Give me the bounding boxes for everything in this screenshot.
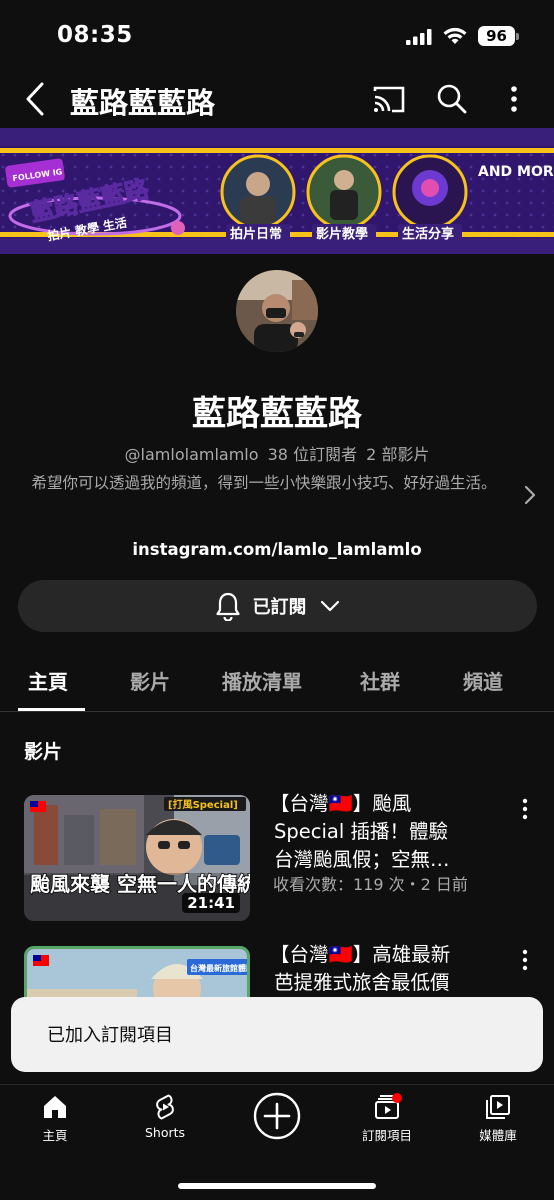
- create-plus-icon[interactable]: [252, 1091, 302, 1141]
- video-title-line: Special 插播！體驗: [274, 820, 448, 843]
- video-title-line: 台灣颱風假；空無…: [274, 848, 450, 871]
- video-duration: 21:41: [182, 893, 240, 913]
- chevron-down-icon: [320, 600, 339, 612]
- channel-handle: @lamlolamlamlo: [124, 445, 259, 464]
- subscribed-label: 已訂閱: [252, 597, 307, 618]
- app-bar-title: 藍路藍藍路: [70, 86, 216, 120]
- home-indicator: [178, 1183, 376, 1189]
- cast-icon[interactable]: [372, 84, 406, 114]
- channel-name: 藍路藍藍路: [192, 394, 362, 434]
- nav-home-label: 主頁: [42, 1128, 68, 1143]
- nav-library[interactable]: 媒體庫: [448, 1093, 548, 1144]
- banner-item-2: 影片教學: [316, 226, 368, 242]
- video-title-line: 芭提雅式旅舍最低價: [274, 971, 450, 994]
- nav-subscriptions[interactable]: 訂閱項目: [337, 1093, 437, 1144]
- battery-indicator: 96: [478, 26, 519, 46]
- subscriber-count: 38 位訂閱者: [267, 445, 358, 464]
- video-thumbnail[interactable]: [打風Special] 颱風來襲 空無一人的傳統 21:41: [24, 795, 250, 921]
- banner-item-3: 生活分享: [402, 226, 454, 242]
- video-count: 2 部影片: [366, 445, 430, 464]
- app-bar: 藍路藍藍路: [0, 72, 554, 126]
- bell-icon: [215, 592, 240, 621]
- channel-banner: FOLLOW IG 藍路藍藍路 拍片 教學 生活 拍片日常 影片教學 生活分享 …: [0, 128, 554, 254]
- channel-meta: @lamlolamlamlo 38 位訂閱者 2 部影片: [0, 441, 554, 465]
- thumb-tag: [打風Special]: [168, 798, 238, 811]
- nav-shorts-label: Shorts: [144, 1125, 186, 1140]
- signal-icon: [406, 29, 432, 45]
- thumb-tag: 台灣最新旅館體驗: [190, 963, 250, 973]
- status-time: 08:35: [57, 22, 133, 48]
- video-title-line: 【台灣🇹🇼】颱風: [270, 792, 412, 815]
- nav-shorts[interactable]: Shorts: [115, 1093, 215, 1140]
- tab-channels[interactable]: 頻道: [463, 666, 503, 695]
- tab-videos[interactable]: 影片: [130, 666, 170, 695]
- nav-subscriptions-label: 訂閱項目: [361, 1128, 412, 1143]
- status-bar: 08:35 96: [0, 0, 554, 70]
- channel-avatar[interactable]: [236, 270, 318, 352]
- banner-item-1: 拍片日常: [230, 226, 282, 242]
- more-vertical-icon[interactable]: [500, 82, 528, 116]
- video-title-line: 【台灣🇹🇼】高雄最新: [270, 943, 451, 966]
- channel-tabs: 主頁 影片 播放清單 社群 頻道: [0, 650, 554, 712]
- shorts-icon: [156, 1094, 174, 1120]
- subscribed-button[interactable]: 已訂閱: [18, 580, 537, 632]
- video-title[interactable]: 【台灣🇹🇼】颱風 Special 插播！體驗 台灣颱風假；空無…: [270, 790, 510, 874]
- snackbar-text: 已加入訂閱項目: [47, 1025, 173, 1046]
- nav-library-label: 媒體庫: [479, 1128, 517, 1143]
- channel-link[interactable]: instagram.com/lamlo_lamlamlo: [0, 540, 554, 559]
- nav-home[interactable]: 主頁: [5, 1093, 105, 1144]
- video-title[interactable]: 【台灣🇹🇼】高雄最新 芭提雅式旅舍最低價: [270, 941, 510, 997]
- chevron-right-icon[interactable]: [520, 482, 540, 508]
- channel-description[interactable]: 希望你可以透過我的頻道，得到一些小快樂跟小技巧、好好過生活。: [14, 470, 514, 496]
- back-arrow-icon[interactable]: [18, 80, 54, 118]
- active-tab-indicator: [18, 708, 85, 711]
- tab-community[interactable]: 社群: [360, 666, 400, 695]
- wifi-icon: [443, 27, 467, 44]
- banner-more-text: AND MORE...: [478, 164, 554, 180]
- video-meta: 收看次數：119 次・2 日前: [273, 875, 468, 894]
- home-icon: [44, 1096, 66, 1118]
- snackbar: 已加入訂閱項目: [11, 997, 543, 1072]
- library-icon: [486, 1095, 510, 1119]
- search-icon[interactable]: [436, 82, 468, 116]
- more-vertical-icon[interactable]: [514, 946, 536, 976]
- section-title: 影片: [24, 741, 63, 763]
- more-vertical-icon[interactable]: [514, 795, 536, 825]
- tab-home[interactable]: 主頁: [28, 666, 68, 695]
- subscriptions-icon: [375, 1093, 402, 1119]
- tab-playlists[interactable]: 播放清單: [222, 666, 302, 695]
